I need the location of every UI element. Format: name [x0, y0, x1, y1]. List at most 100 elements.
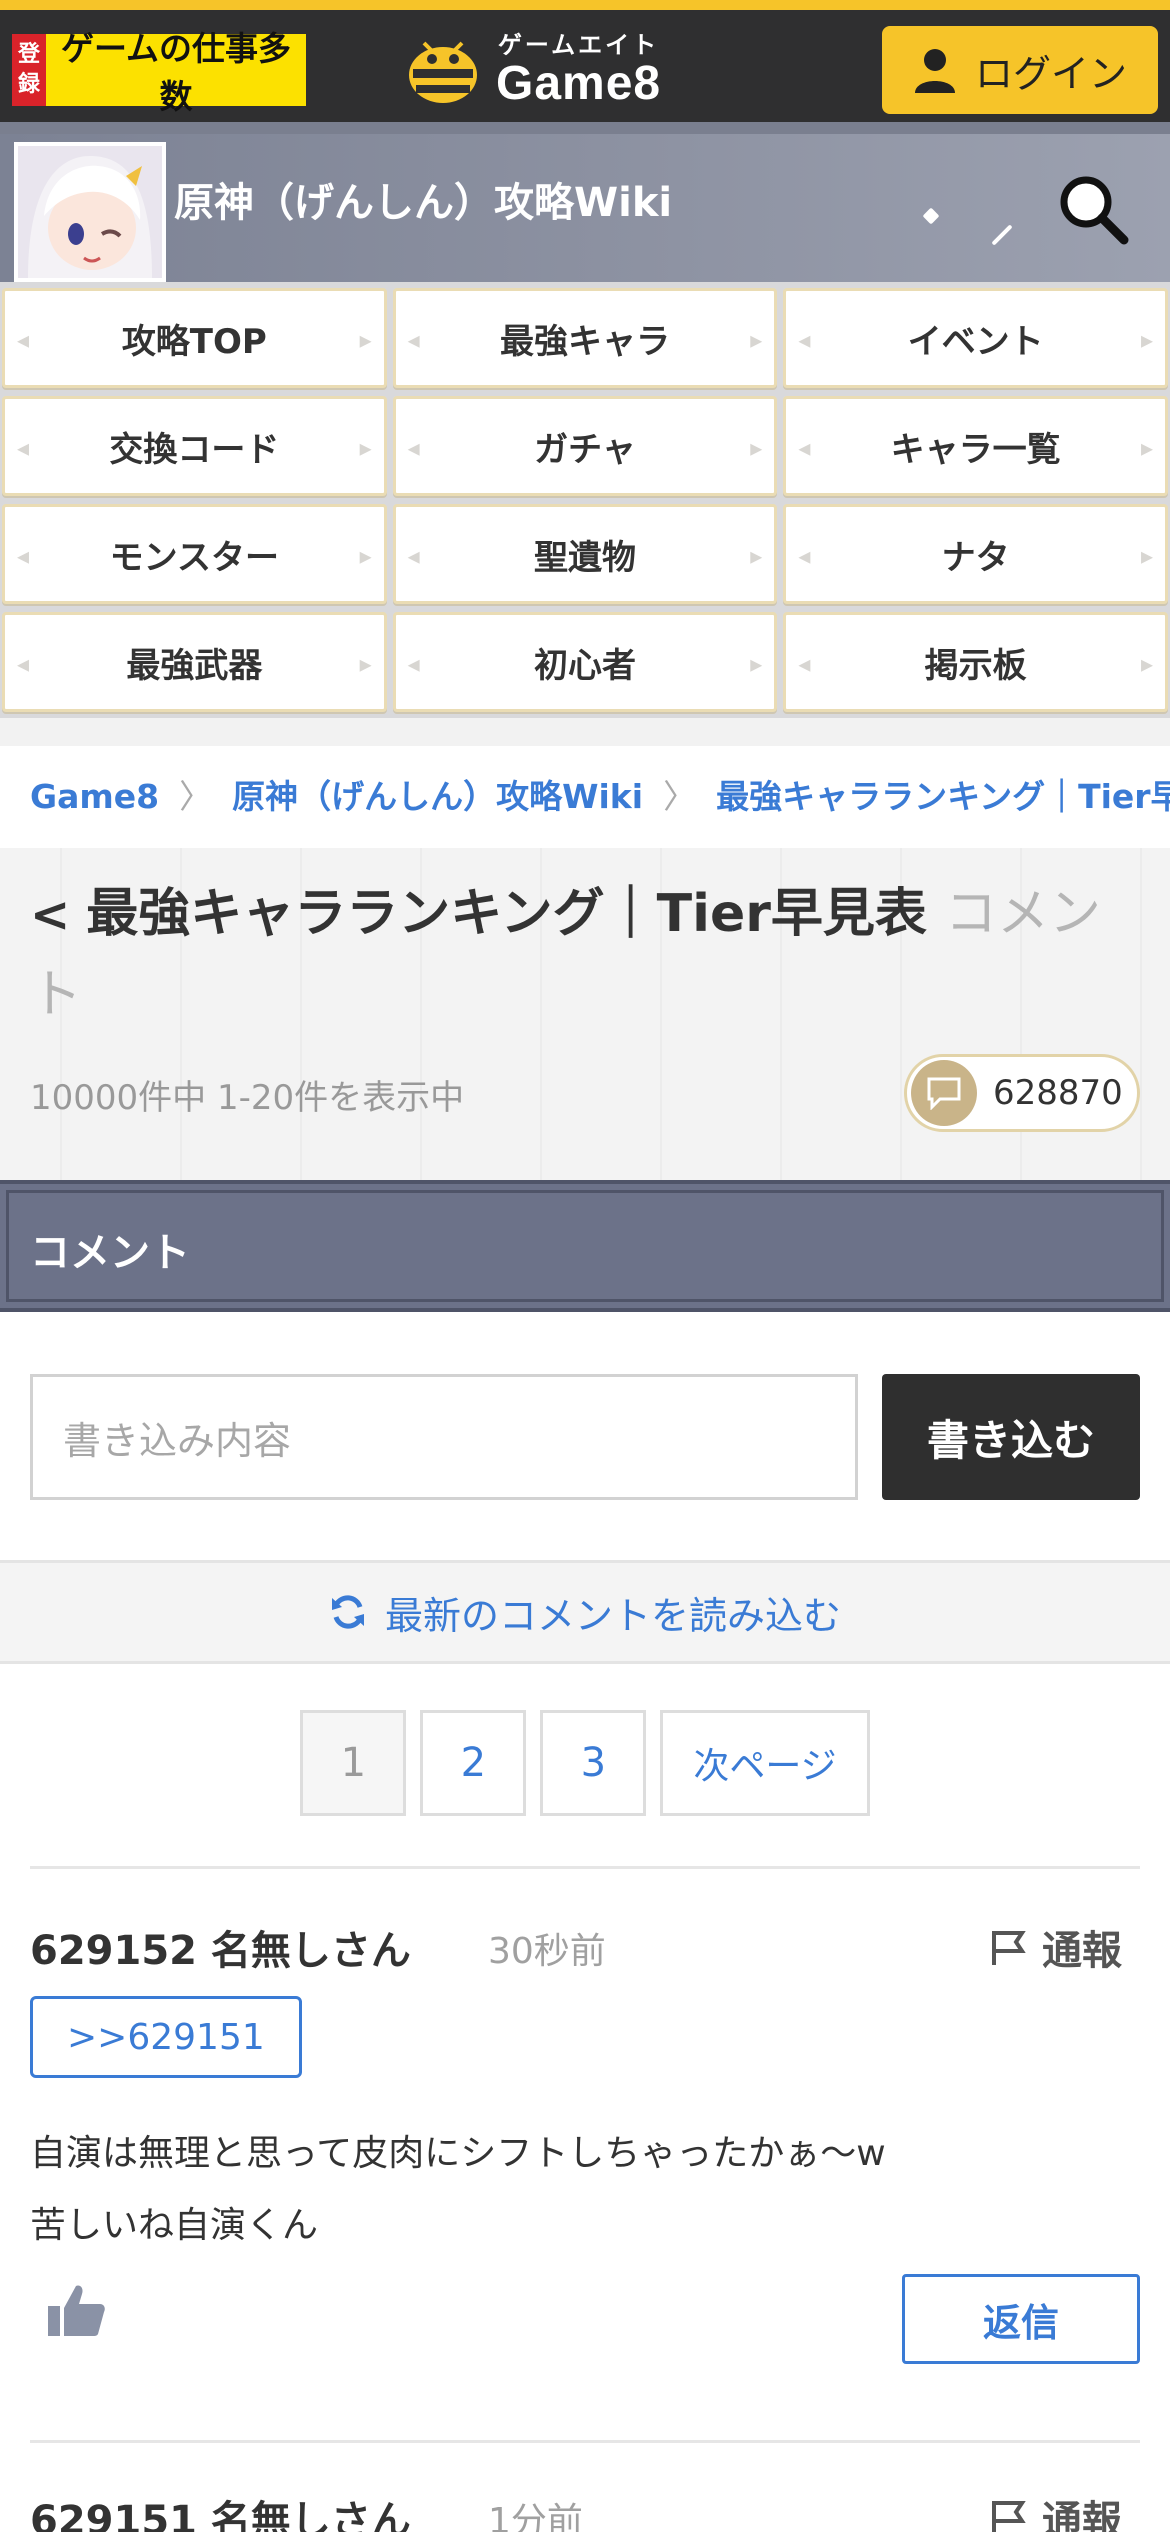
- arrow-left-icon: ◂: [17, 434, 30, 462]
- reply-button[interactable]: 返信: [902, 2274, 1140, 2364]
- arrow-right-icon: ▸: [750, 326, 763, 354]
- page-2-button[interactable]: 2: [420, 1710, 527, 1816]
- reply-anchor-link[interactable]: >>629151: [30, 1996, 302, 2078]
- recruit-banner[interactable]: 登 録 ゲームの仕事多数: [12, 29, 306, 116]
- sparkle-decoration: [922, 207, 940, 225]
- arrow-right-icon: ▸: [750, 434, 763, 462]
- arrow-right-icon: ▸: [1140, 434, 1153, 462]
- arrow-left-icon: ◂: [798, 326, 811, 354]
- comment-item: 629151 名無しさん 1分前 通報: [0, 2488, 1170, 2532]
- nav-item-strongest-weapons[interactable]: ◂ 最強武器 ▸: [2, 612, 387, 712]
- report-button[interactable]: 通報: [988, 1918, 1122, 1976]
- arrow-right-icon: ▸: [750, 542, 763, 570]
- arrow-left-icon: ◂: [17, 650, 30, 678]
- arrow-left-icon: ◂: [798, 650, 811, 678]
- reload-label: 最新のコメントを読み込む: [384, 1593, 841, 1638]
- arrow-right-icon: ▸: [359, 650, 372, 678]
- arrow-left-icon: ◂: [17, 542, 30, 570]
- comment-section-heading: コメント: [30, 1230, 190, 1276]
- page-1-button[interactable]: 1: [300, 1710, 407, 1816]
- comment-body: 自演は無理と思って皮肉にシフトしちゃったかぁ〜w 苦しいね自演くん: [30, 2118, 886, 2262]
- nav-item-strategy-top[interactable]: ◂ 攻略TOP ▸: [2, 288, 387, 388]
- report-label: 通報: [1042, 2498, 1122, 2532]
- arrow-left-icon: ◂: [407, 542, 420, 570]
- page-title-text: 最強キャラランキング｜Tier早見表: [86, 884, 927, 944]
- divider: [30, 2440, 1140, 2443]
- arrow-left-icon: ◂: [407, 326, 420, 354]
- next-page-button[interactable]: 次ページ: [660, 1710, 870, 1816]
- page-title-block: < 最強キャラランキング｜Tier早見表 コメント 10000件中 1-20件を表…: [0, 848, 1170, 1180]
- report-button[interactable]: 通報: [988, 2488, 1122, 2532]
- wiki-avatar[interactable]: [14, 142, 166, 282]
- character-avatar-icon: [18, 146, 162, 278]
- arrow-right-icon: ▸: [750, 650, 763, 678]
- arrow-right-icon: ▸: [359, 542, 372, 570]
- login-button[interactable]: ログイン: [882, 26, 1158, 114]
- showing-count-text: 10000件中 1-20件を表示中: [30, 1078, 465, 1118]
- wiki-title[interactable]: 原神（げんしん）攻略Wiki: [174, 170, 672, 228]
- comment-input[interactable]: 書き込み内容: [30, 1374, 858, 1500]
- refresh-icon: [331, 1595, 364, 1629]
- speech-bubble-icon: [911, 1060, 977, 1126]
- nav-item-events[interactable]: ◂ イベント ▸: [783, 288, 1168, 388]
- comment-line: 苦しいね自演くん: [30, 2205, 319, 2246]
- comment-count: 628870: [993, 1073, 1123, 1113]
- arrow-left-icon: ◂: [407, 434, 420, 462]
- recruit-badge: 登 録: [12, 34, 46, 106]
- submit-comment-button[interactable]: 書き込む: [882, 1374, 1140, 1500]
- nav-item-artifacts[interactable]: ◂ 聖遺物 ▸: [392, 504, 778, 604]
- reload-comments-button[interactable]: 最新のコメントを読み込む: [0, 1560, 1170, 1664]
- arrow-left-icon: ◂: [798, 542, 811, 570]
- login-label: ログイン: [974, 51, 1127, 96]
- comment-time: 1分前: [488, 2501, 583, 2532]
- breadcrumb-separator: 〉: [179, 777, 213, 816]
- nav-item-beginners[interactable]: ◂ 初心者 ▸: [392, 612, 778, 712]
- nav-item-strongest-characters[interactable]: ◂ 最強キャラ ▸: [392, 288, 778, 388]
- nav-item-monsters[interactable]: ◂ モンスター ▸: [2, 504, 387, 604]
- site-header: 登 録 ゲームの仕事多数 ゲームエイト Game8 ログイン: [0, 0, 1170, 122]
- back-chevron-icon[interactable]: <: [30, 887, 70, 943]
- bee-logo-icon: [409, 41, 477, 103]
- arrow-right-icon: ▸: [359, 434, 372, 462]
- nav-item-gacha[interactable]: ◂ ガチャ ▸: [392, 396, 778, 496]
- comment-time: 30秒前: [488, 1931, 606, 1972]
- comment-item: 629152 名無しさん 30秒前 通報 >>629151 自演は無理と思って皮…: [0, 1918, 1170, 2418]
- game8-logo[interactable]: ゲームエイト Game8: [404, 28, 661, 114]
- sparkle-decoration: [991, 224, 1013, 246]
- wiki-nav-grid: ◂ 攻略TOP ▸ ◂ 最強キャラ ▸ ◂ イベント ▸ ◂ 交換コード ▸ ◂ ガチャ ▸ ◂ キャ…: [0, 282, 1170, 718]
- arrow-left-icon: ◂: [798, 434, 811, 462]
- page-title: < 最強キャラランキング｜Tier早見表 コメント: [30, 874, 1140, 1035]
- arrow-left-icon: ◂: [407, 650, 420, 678]
- report-label: 通報: [1042, 1928, 1122, 1974]
- comment-id-name: 629151 名無しさん: [30, 2498, 411, 2532]
- comment-id-name: 629152 名無しさん: [30, 1928, 411, 1974]
- arrow-left-icon: ◂: [17, 326, 30, 354]
- breadcrumb-separator: 〉: [663, 777, 697, 816]
- wiki-bar: 原神（げんしん）攻略Wiki: [0, 122, 1170, 282]
- breadcrumb-item-wiki[interactable]: 原神（げんしん）攻略Wiki: [232, 777, 643, 816]
- arrow-right-icon: ▸: [1140, 542, 1153, 570]
- logo-kana: ゲームエイト: [497, 31, 660, 59]
- nav-item-character-list[interactable]: ◂ キャラ一覧 ▸: [783, 396, 1168, 496]
- flag-icon: [992, 2501, 1026, 2532]
- recruit-text: ゲームの仕事多数: [60, 29, 291, 116]
- search-icon[interactable]: [1056, 172, 1130, 246]
- breadcrumb-item-ranking[interactable]: 最強キャラランキング｜Tier早見表: [716, 777, 1170, 816]
- flag-icon: [992, 1931, 1026, 1965]
- arrow-right-icon: ▸: [1140, 326, 1153, 354]
- pagination: 1 2 3 次ページ: [0, 1710, 1170, 1820]
- divider: [30, 1866, 1140, 1869]
- logo-brand: Game8: [496, 57, 662, 110]
- user-icon: [914, 49, 955, 93]
- nav-item-natlan[interactable]: ◂ ナタ ▸: [783, 504, 1168, 604]
- comment-line: 自演は無理と思って皮肉にシフトしちゃったかぁ〜w: [30, 2133, 886, 2174]
- breadcrumb-item-game8[interactable]: Game8: [30, 777, 159, 816]
- arrow-right-icon: ▸: [1140, 650, 1153, 678]
- nav-item-bulletin-board[interactable]: ◂ 掲示板 ▸: [783, 612, 1168, 712]
- comment-count-badge: 628870: [904, 1054, 1140, 1132]
- nav-item-redeem-codes[interactable]: ◂ 交換コード ▸: [2, 396, 387, 496]
- arrow-right-icon: ▸: [359, 326, 372, 354]
- thumbs-up-icon[interactable]: [44, 2278, 108, 2342]
- breadcrumb: Game8〉原神（げんしん）攻略Wiki〉最強キャラランキング｜Tier早見表: [0, 718, 1170, 848]
- page-3-button[interactable]: 3: [540, 1710, 647, 1816]
